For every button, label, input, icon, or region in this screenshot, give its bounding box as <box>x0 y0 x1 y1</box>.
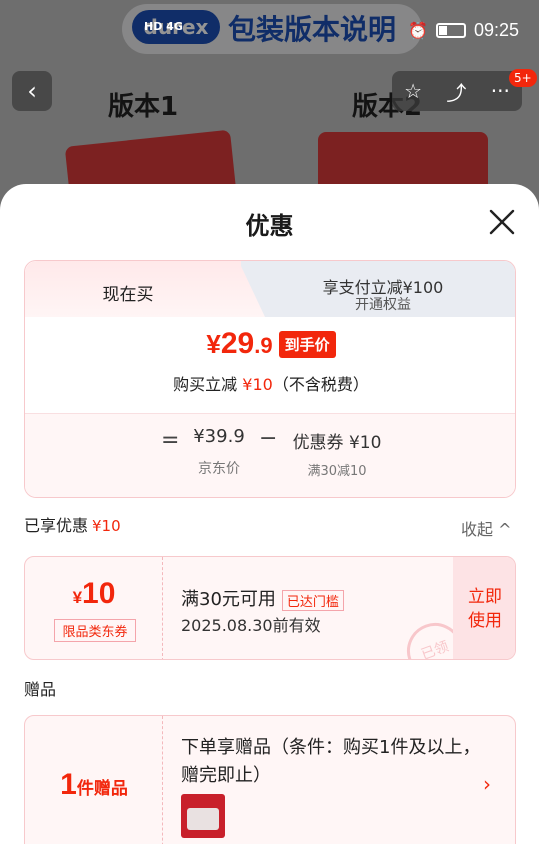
network-indicator: HD 4G <box>144 20 183 33</box>
gift-count-block: 1件赠品 <box>25 716 163 844</box>
final-price: ¥29.9 <box>206 327 273 360</box>
share-icon[interactable]: ⤴ <box>446 77 466 106</box>
gift-card[interactable]: 1件赠品 下单享赠品（条件：购买1件及以上，赠完即止） › <box>24 715 516 844</box>
enjoyed-discount: 已享优惠 ¥10 <box>24 516 121 535</box>
coupon-expiry: 2025.08.30前有效 <box>181 616 321 635</box>
threshold-reached-badge: 已达门槛 <box>281 589 344 611</box>
message-badge: 5+ <box>509 69 537 87</box>
coupon-value-block: ¥10 限品类东券 <box>25 557 163 659</box>
coupon-card: ¥10 限品类东券 满30元可用 已达门槛 2025.08.30前有效 已领 立即… <box>24 556 516 660</box>
coupon-type-badge: 限品类东券 <box>54 619 136 642</box>
coupon-deduction: 优惠券 ¥10 <box>292 433 382 453</box>
clock: 09:25 <box>473 20 519 40</box>
coupon-amount: ¥10 <box>72 577 116 610</box>
coupon-rule: 满30减10 <box>307 464 367 479</box>
close-icon[interactable] <box>486 206 518 238</box>
tab-buy-now-label: 现在买 <box>102 285 154 305</box>
favorite-star-icon[interactable]: ☆ <box>404 79 422 103</box>
final-price-row: ¥29.9 到手价 <box>25 327 515 361</box>
final-price-tag: 到手价 <box>278 330 336 358</box>
collapse-button[interactable]: 收起 ^ <box>461 516 512 540</box>
alarm-icon: ⏰ <box>408 21 428 40</box>
price-tabs: 现在买 享支付立减¥100 开通权益 <box>25 261 515 317</box>
more-icon[interactable]: ··· <box>491 79 510 103</box>
jd-price-label: 京东价 <box>198 461 240 477</box>
tab-pay-subtitle: 开通权益 <box>355 297 411 313</box>
chevron-right-icon[interactable]: › <box>483 772 491 796</box>
price-card: 现在买 享支付立减¥100 开通权益 ¥29.9 到手价 购买立减 ¥10（不含税… <box>24 260 516 498</box>
back-button[interactable]: ‹ <box>12 71 52 111</box>
coupon-condition: 满30元可用 已达门槛 <box>181 585 344 611</box>
gift-product-thumbnail <box>181 794 225 838</box>
discount-sheet: 优惠 现在买 享支付立减¥100 开通权益 ¥29.9 到手价 购买立减 ¥10（… <box>0 184 539 844</box>
top-action-group: ☆ ⤴ ··· <box>392 71 522 111</box>
minus-sign: − <box>259 426 278 451</box>
sheet-title: 优惠 <box>245 212 294 240</box>
gift-description: 下单享赠品（条件：购买1件及以上，赠完即止） <box>181 737 481 786</box>
discount-note: 购买立减 ¥10（不含税费） <box>173 375 369 394</box>
status-bar: HD 4G ⏰ 09:25 <box>0 0 539 64</box>
use-coupon-button[interactable]: 立即 使用 <box>453 557 515 659</box>
gift-section-title: 赠品 <box>24 680 57 699</box>
jd-price: ¥39.9 <box>193 426 245 447</box>
battery-icon <box>435 23 466 38</box>
price-breakdown: = ¥39.9 京东价 − 优惠券 ¥10 满30减10 <box>25 413 515 497</box>
equals-sign: = <box>161 428 180 453</box>
gift-count: 1件赠品 <box>60 768 128 801</box>
